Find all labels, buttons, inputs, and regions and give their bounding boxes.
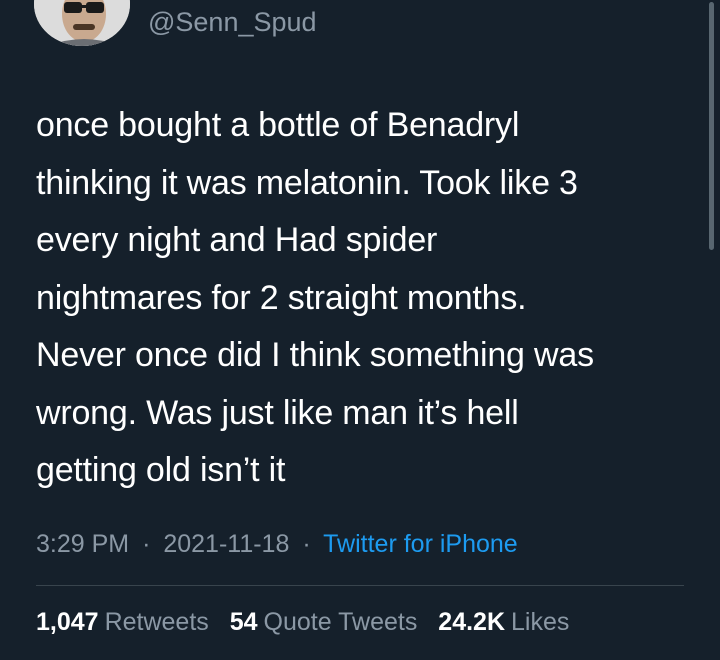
user-handle[interactable]: @Senn_Spud <box>148 6 317 38</box>
likes-count: 24.2K <box>438 608 506 636</box>
tweet-text-line: every night and Had spider <box>36 221 438 259</box>
meta-separator: · <box>142 530 151 558</box>
quote-tweets-label: Quote Tweets <box>263 608 418 636</box>
quote-tweets-count: 54 <box>229 608 258 636</box>
tweet-text-line: once bought a bottle of Benadryl <box>36 106 520 144</box>
tweet-date[interactable]: 2021-11-18 <box>163 530 289 558</box>
scrollbar[interactable] <box>709 2 714 250</box>
tweet-text-line: getting old isn’t it <box>36 451 286 489</box>
tweet-text-line: Never once did I think something was <box>36 336 594 374</box>
divider <box>36 585 684 586</box>
likes-stat[interactable]: 24.2K Likes <box>438 608 569 636</box>
tweet-meta: 3:29 PM · 2021-11-18 · Twitter for iPhon… <box>36 528 518 560</box>
tweet-stats: 1,047 Retweets 54 Quote Tweets 24.2K Likes <box>36 606 583 638</box>
retweets-label: Retweets <box>104 608 209 636</box>
quote-tweets-stat[interactable]: 54 Quote Tweets <box>230 608 425 636</box>
tweet-text-line: wrong. Was just like man it’s hell <box>36 393 519 432</box>
tweet-text-line: thinking it was melatonin. Took like 3 <box>36 163 578 202</box>
retweets-count: 1,047 <box>36 608 99 636</box>
likes-label: Likes <box>511 608 570 636</box>
tweet-source-link[interactable]: Twitter for iPhone <box>323 530 518 558</box>
retweets-stat[interactable]: 1,047 Retweets <box>36 608 216 636</box>
tweet-text: once bought a bottle of Benadryl thinkin… <box>36 97 686 500</box>
tweet-detail-page: @Senn_Spud once bought a bottle of Benad… <box>0 0 720 660</box>
meta-separator: · <box>302 530 311 558</box>
tweet-time[interactable]: 3:29 PM <box>36 530 129 558</box>
tweet-text-line: nightmares for 2 straight months. <box>36 278 527 317</box>
user-avatar-icon <box>34 0 130 46</box>
avatar[interactable] <box>34 0 130 46</box>
